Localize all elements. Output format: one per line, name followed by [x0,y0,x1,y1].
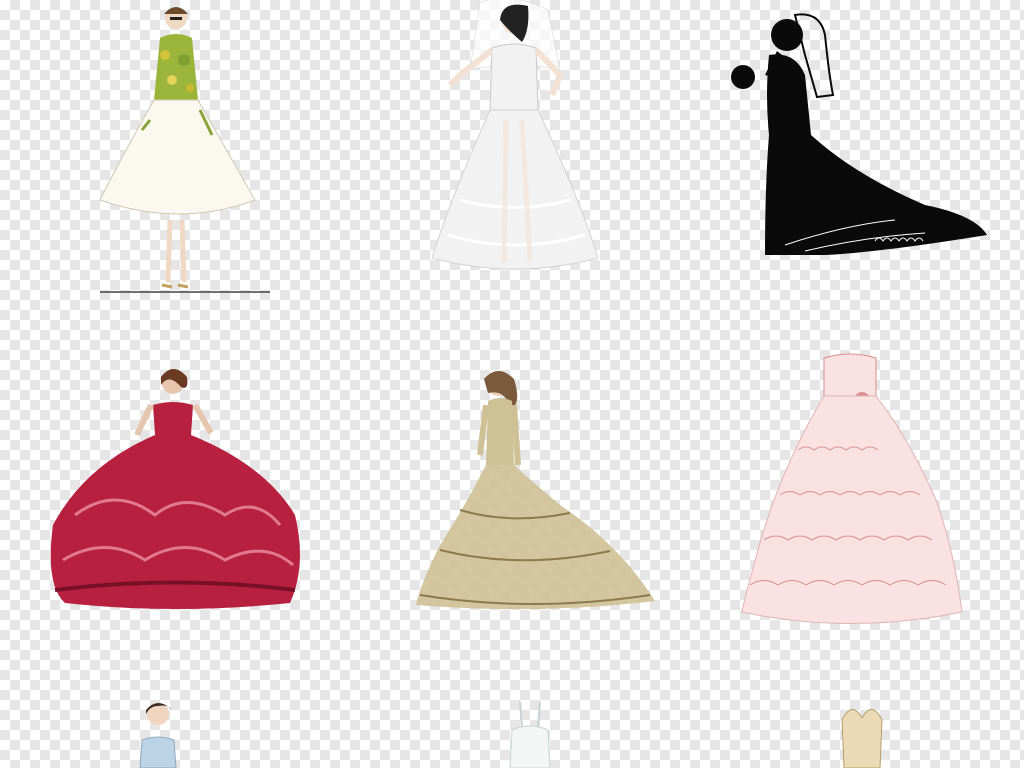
cream-bodice-sketch-partial-icon [832,700,892,768]
pink-ruffle-strapless-gown-sketch-icon [740,350,965,635]
white-lace-ballgown-veil-sketch-icon [420,0,610,280]
blue-bodice-bride-sketch-partial-icon [128,700,188,768]
gold-tiered-ballgown-sketch-icon [410,365,660,615]
floral-tea-length-dress-sketch-icon [90,0,280,300]
red-ruffled-ballgown-sketch-icon [45,365,305,610]
image-canvas [0,0,1024,768]
white-lace-bodice-sketch-partial-icon [500,700,560,768]
black-bride-silhouette-icon [725,13,990,260]
